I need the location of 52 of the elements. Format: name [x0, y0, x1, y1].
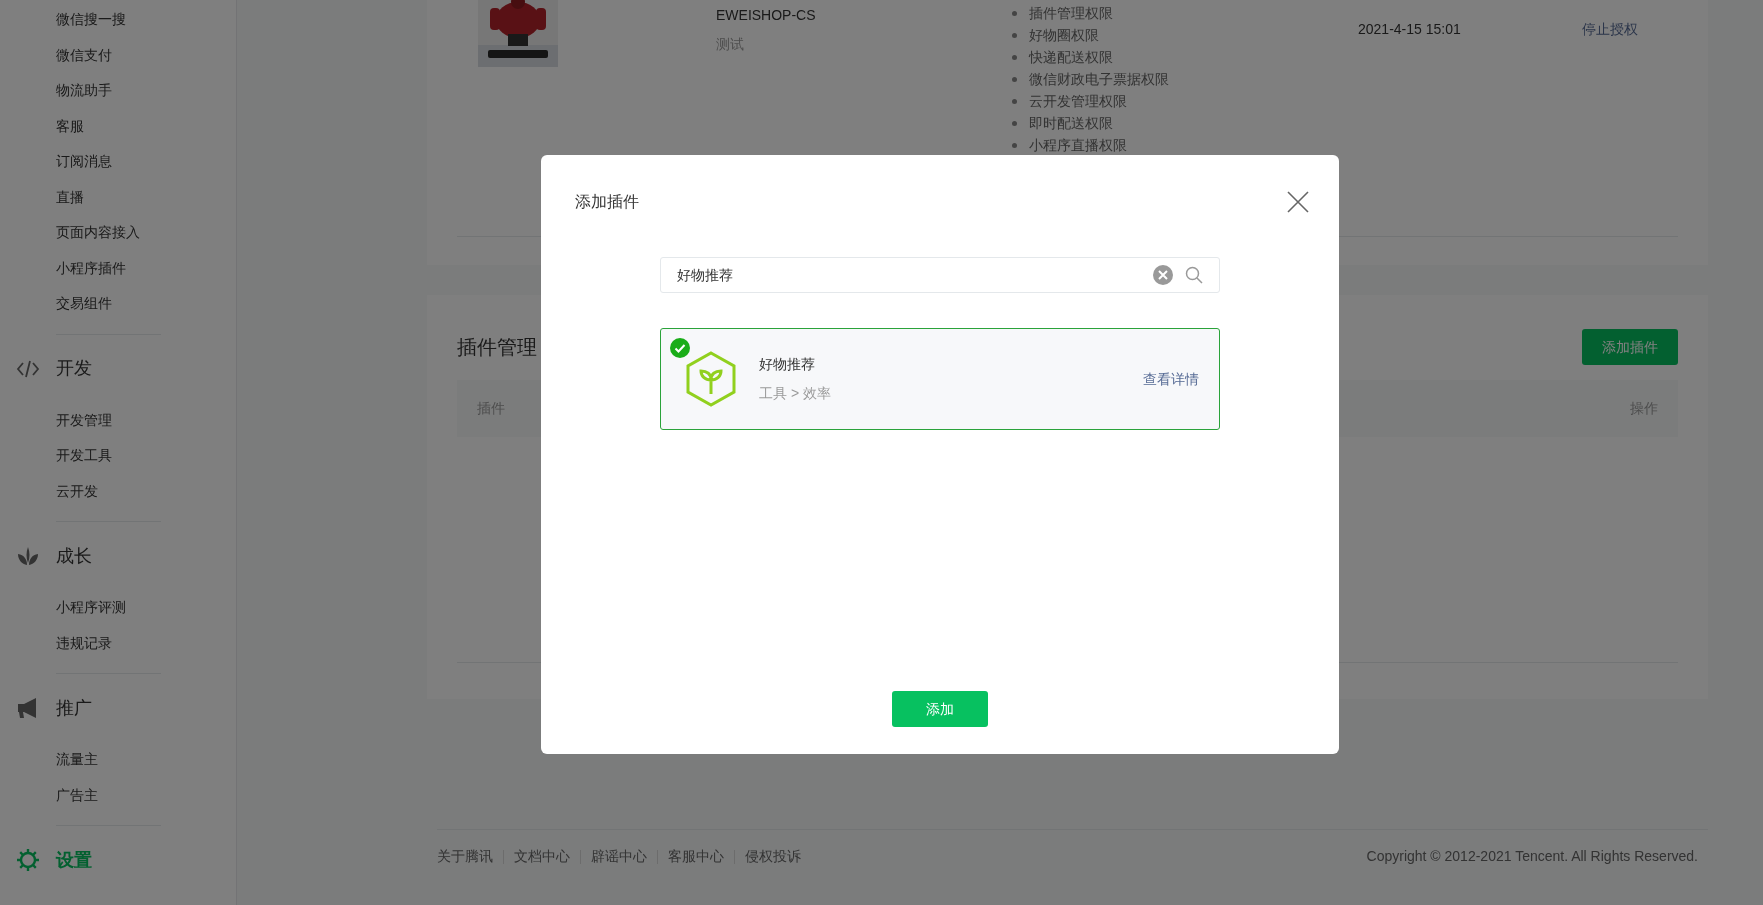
sidebar-section[interactable]: 开发: [56, 355, 92, 382]
sidebar-item[interactable]: 小程序插件: [56, 257, 126, 279]
add-button[interactable]: 添加: [892, 691, 988, 727]
footer-link[interactable]: 关于腾讯: [437, 846, 493, 867]
footer-link[interactable]: 辟谣中心: [591, 846, 647, 867]
footer-link[interactable]: 客服中心: [668, 846, 724, 867]
sidebar-item[interactable]: 开发管理: [56, 409, 112, 431]
copyright-text: Copyright © 2012-2021 Tencent. All Rights Reserved.: [1366, 847, 1698, 866]
sidebar-item[interactable]: 微信搜一搜: [56, 9, 126, 31]
sidebar-item[interactable]: 开发工具: [56, 445, 112, 467]
footer-link[interactable]: 侵权投诉: [745, 846, 801, 867]
permission-item: 微信财政电子票据权限: [1029, 69, 1169, 89]
permission-item: 小程序直播权限: [1029, 135, 1127, 155]
search-input[interactable]: 好物推荐: [677, 264, 1153, 286]
app-name: EWEISHOP-CS: [716, 6, 817, 25]
plugin-name: 好物推荐: [759, 355, 816, 374]
dialog-title: 添加插件: [575, 192, 639, 212]
sidebar-item[interactable]: 微信支付: [56, 44, 112, 66]
sidebar-section[interactable]: 成长: [56, 542, 92, 570]
permission-item: 即时配送权限: [1029, 113, 1113, 133]
code-icon: [16, 358, 40, 379]
check-icon: [670, 338, 690, 358]
close-icon[interactable]: [1287, 191, 1309, 213]
sidebar-item[interactable]: 客服: [56, 115, 84, 137]
sidebar-section[interactable]: 推广: [56, 694, 92, 722]
search-icon[interactable]: [1185, 266, 1203, 284]
footer-link[interactable]: 文档中心: [514, 846, 570, 867]
clear-icon[interactable]: [1153, 265, 1173, 285]
authorized-time: 2021-4-15 15:01: [1358, 21, 1461, 37]
sidebar-item[interactable]: 物流助手: [56, 80, 112, 102]
sidebar-item[interactable]: 广告主: [56, 784, 98, 806]
sidebar-item[interactable]: 直播: [56, 186, 84, 208]
sidebar-item[interactable]: 交易组件: [56, 293, 112, 315]
sidebar-item[interactable]: 页面内容接入: [56, 222, 140, 244]
permission-item: 快递配送权限: [1029, 47, 1113, 67]
sidebar-item[interactable]: 订阅消息: [56, 151, 112, 173]
view-details-link[interactable]: 查看详情: [1143, 368, 1199, 390]
settings-icon: [16, 848, 40, 872]
permission-item: 插件管理权限: [1029, 3, 1113, 23]
sprout-cube-icon: [685, 350, 737, 408]
sidebar-item[interactable]: 小程序评测: [56, 597, 126, 619]
sidebar-item[interactable]: 违规记录: [56, 632, 112, 654]
permission-item: 好物圈权限: [1029, 25, 1099, 45]
search-field[interactable]: 好物推荐: [660, 257, 1220, 293]
sprout-icon: [17, 546, 39, 566]
sidebar-item[interactable]: 流量主: [56, 749, 98, 771]
stop-authorization-link[interactable]: 停止授权: [1582, 21, 1638, 37]
permission-item: 云开发管理权限: [1029, 91, 1127, 111]
plugin-category: 工具 > 效率: [759, 384, 831, 403]
panel-title: 插件管理: [457, 335, 537, 360]
sidebar-item[interactable]: 云开发: [56, 480, 98, 502]
plugin-result-card[interactable]: 好物推荐 工具 > 效率 查看详情: [660, 328, 1220, 430]
